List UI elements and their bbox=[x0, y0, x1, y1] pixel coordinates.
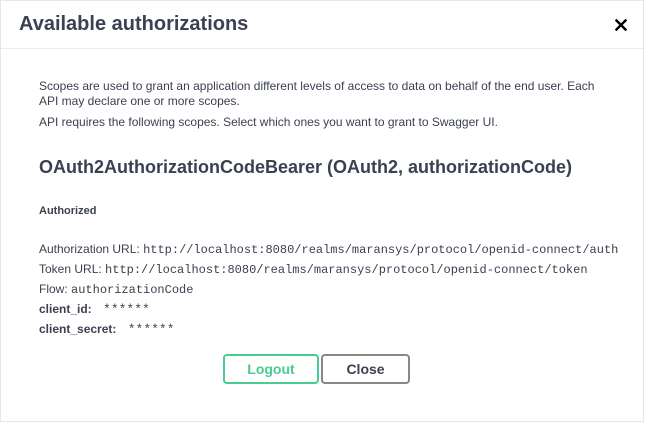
authorization-url-value: http://localhost:8080/realms/maransys/pr… bbox=[143, 243, 619, 257]
modal-buttons: Logout Close bbox=[223, 354, 410, 384]
modal-body: Scopes are used to grant an application … bbox=[1, 49, 643, 341]
authorization-url-row: Authorization URL: http://localhost:8080… bbox=[39, 241, 618, 261]
client-id-row: client_id: ****** bbox=[39, 301, 605, 321]
scopes-description: Scopes are used to grant an application … bbox=[39, 79, 595, 108]
flow-row: Flow: authorizationCode bbox=[39, 281, 605, 301]
scopes-instruction: API requires the following scopes. Selec… bbox=[39, 115, 498, 129]
client-id-value: ****** bbox=[103, 302, 150, 317]
client-secret-row: client_secret: ****** bbox=[39, 321, 605, 341]
flow-value: authorizationCode bbox=[71, 283, 194, 297]
client-secret-label: client_secret: bbox=[39, 322, 117, 336]
client-id-label: client_id: bbox=[39, 302, 92, 316]
authorization-url-label: Authorization URL: bbox=[39, 242, 140, 256]
close-button[interactable]: Close bbox=[321, 354, 410, 384]
token-url-value: http://localhost:8080/realms/maransys/pr… bbox=[105, 263, 588, 277]
client-secret-value: ****** bbox=[127, 322, 175, 337]
modal-title: Available authorizations bbox=[19, 13, 249, 35]
auth-status: Authorized bbox=[39, 205, 97, 217]
token-url-row: Token URL: http://localhost:8080/realms/… bbox=[39, 261, 605, 281]
auth-details: Authorization URL: http://localhost:8080… bbox=[39, 241, 618, 341]
flow-label: Flow: bbox=[39, 282, 68, 296]
modal-header: Available authorizations bbox=[1, 1, 643, 49]
authorizations-modal: Available authorizations Scopes are used… bbox=[0, 0, 644, 422]
logout-button[interactable]: Logout bbox=[223, 354, 319, 384]
close-icon[interactable] bbox=[613, 17, 629, 33]
auth-scheme-title: OAuth2AuthorizationCodeBearer (OAuth2, a… bbox=[39, 157, 572, 177]
token-url-label: Token URL: bbox=[39, 262, 102, 276]
close-x-glyph bbox=[615, 18, 627, 31]
